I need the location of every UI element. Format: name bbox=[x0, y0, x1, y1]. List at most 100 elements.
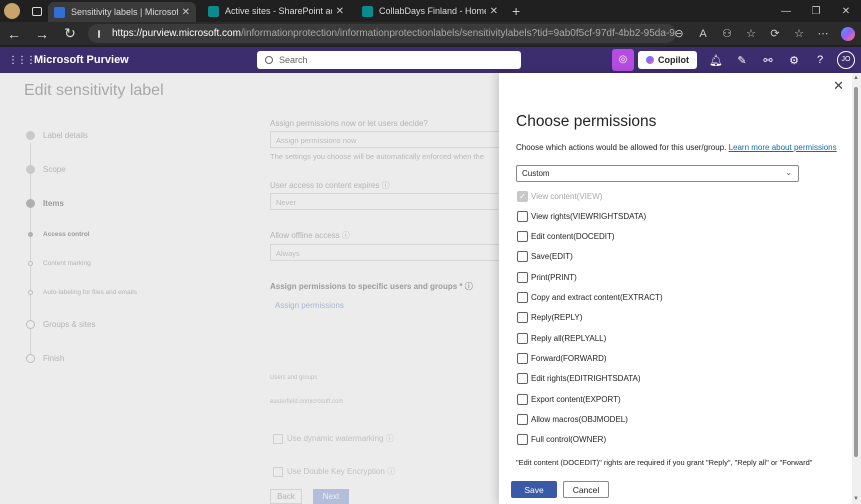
permission-edit-checkbox[interactable]: Save(EDIT) bbox=[517, 251, 573, 262]
permission-reply-checkbox[interactable]: Reply(REPLY) bbox=[517, 312, 582, 323]
permission-label: Reply all(REPLYALL) bbox=[531, 334, 607, 343]
wizard-step-access-control[interactable]: Access control bbox=[26, 231, 90, 238]
more-icon[interactable]: ⋯ bbox=[811, 27, 835, 40]
back-button[interactable]: Back bbox=[270, 489, 302, 504]
checkbox-box bbox=[517, 211, 528, 222]
search-input[interactable]: Search bbox=[257, 51, 521, 69]
sharepoint-favicon-icon bbox=[208, 5, 219, 17]
favorites-list-icon[interactable]: ☆ bbox=[787, 27, 811, 40]
close-tab-icon[interactable]: ✕ bbox=[336, 6, 344, 17]
wizard-step-auto-labeling[interactable]: Auto-labeling for files and emails bbox=[26, 289, 137, 296]
assign-now-dropdown[interactable]: Assign permissions now bbox=[270, 131, 510, 148]
share-icon[interactable]: ⚇ bbox=[715, 27, 739, 40]
forward-arrow-icon[interactable]: → bbox=[28, 26, 56, 42]
browser-tab-title: Active sites - SharePoint admin ce bbox=[225, 6, 332, 16]
substep-icon bbox=[28, 261, 33, 266]
double-key-checkbox[interactable]: Use Double Key Encryption ⓘ bbox=[273, 466, 395, 477]
permission-export-checkbox[interactable]: Export content(EXPORT) bbox=[517, 394, 621, 405]
permission-objmodel-checkbox[interactable]: Allow macros(OBJMODEL) bbox=[517, 414, 628, 425]
wizard-step-scope[interactable]: Scope bbox=[26, 165, 66, 174]
app-launcher-icon[interactable]: ⋮⋮⋮ bbox=[8, 55, 36, 66]
permission-viewrightsdata-checkbox[interactable]: View rights(VIEWRIGHTSDATA) bbox=[517, 211, 646, 222]
url-input[interactable]: https://purview.microsoft.com/informatio… bbox=[88, 24, 676, 43]
info-icon[interactable]: ⓘ bbox=[465, 282, 473, 291]
zoom-icon[interactable]: ⊖ bbox=[667, 27, 691, 40]
scroll-up-icon[interactable]: ▲ bbox=[853, 75, 859, 81]
permission-owner-checkbox[interactable]: Full control(OWNER) bbox=[517, 434, 606, 445]
save-button[interactable]: Save bbox=[511, 481, 557, 498]
app-name[interactable]: Microsoft Purview bbox=[34, 54, 129, 66]
people-icon[interactable]: ⚯ bbox=[755, 54, 781, 67]
step-label: Label details bbox=[43, 131, 88, 140]
new-tab-icon[interactable]: + bbox=[512, 3, 520, 19]
copilot-browser-icon[interactable] bbox=[841, 26, 855, 41]
dynamic-watermark-checkbox[interactable]: Use dynamic watermarking ⓘ bbox=[273, 433, 394, 444]
checkbox-box bbox=[517, 353, 528, 364]
preset-value: Custom bbox=[522, 169, 550, 178]
wizard-step-items[interactable]: Items bbox=[26, 199, 64, 208]
copilot-button[interactable]: Copilot bbox=[638, 51, 697, 69]
browser-tab-collabdays[interactable]: CollabDays Finland - Home ✕ bbox=[356, 1, 504, 21]
checkbox-box bbox=[517, 333, 528, 344]
close-tab-icon[interactable]: ✕ bbox=[182, 7, 190, 18]
checkbox-box bbox=[517, 251, 528, 262]
minimize-icon[interactable]: — bbox=[771, 6, 801, 17]
permission-replyall-checkbox[interactable]: Reply all(REPLYALL) bbox=[517, 333, 606, 344]
refresh-icon[interactable]: ↻ bbox=[56, 25, 84, 42]
offline-label: Allow offline access ⓘ bbox=[270, 230, 350, 241]
wizard-step-groups-sites[interactable]: Groups & sites bbox=[26, 320, 95, 329]
close-window-icon[interactable]: ✕ bbox=[831, 6, 861, 17]
offline-dropdown[interactable]: Always bbox=[270, 244, 510, 261]
notifications-bell-icon[interactable]: 🔔︎ bbox=[703, 54, 729, 67]
assign-now-hint: The settings you choose will be automati… bbox=[270, 152, 484, 161]
expires-label-text: User access to content expires bbox=[270, 181, 380, 190]
back-arrow-icon[interactable]: ← bbox=[0, 26, 28, 42]
purview-copilot-icon[interactable]: ◎ bbox=[612, 49, 634, 71]
info-icon[interactable]: ⓘ bbox=[386, 433, 394, 444]
permissions-preset-dropdown[interactable]: Custom ⌄ bbox=[516, 165, 799, 182]
whats-new-icon[interactable]: ✎ bbox=[729, 54, 755, 67]
wizard-step-label-details[interactable]: Label details bbox=[26, 131, 88, 140]
read-aloud-icon[interactable]: A bbox=[691, 28, 715, 40]
tab-actions-icon[interactable] bbox=[32, 6, 42, 16]
permission-extract-checkbox[interactable]: Copy and extract content(EXTRACT) bbox=[517, 292, 663, 303]
chevron-down-icon: ⌄ bbox=[785, 168, 792, 177]
step-label: Scope bbox=[43, 165, 66, 174]
settings-gear-icon[interactable]: ⚙ bbox=[781, 54, 807, 67]
wizard-step-content-marking[interactable]: Content marking bbox=[26, 260, 91, 267]
permission-editrightsdata-checkbox[interactable]: Edit rights(EDITRIGHTSDATA) bbox=[517, 373, 641, 384]
header-actions: ◎ Copilot 🔔︎ ✎ ⚯ ⚙ ? JO bbox=[612, 47, 861, 73]
avatar[interactable]: JO bbox=[837, 51, 855, 69]
browser-profile-avatar[interactable] bbox=[4, 3, 20, 19]
next-button[interactable]: Next bbox=[313, 489, 349, 504]
info-icon[interactable]: ⓘ bbox=[382, 181, 390, 190]
info-icon[interactable]: ⓘ bbox=[387, 466, 395, 477]
restore-icon[interactable]: ❐ bbox=[801, 6, 831, 17]
permission-forward-checkbox[interactable]: Forward(FORWARD) bbox=[517, 353, 607, 364]
permission-label: Print(PRINT) bbox=[531, 273, 577, 282]
step-complete-icon bbox=[26, 131, 35, 140]
permission-print-checkbox[interactable]: Print(PRINT) bbox=[517, 272, 577, 283]
url-path: /informationprotection/informationprotec… bbox=[240, 28, 676, 39]
close-tab-icon[interactable]: ✕ bbox=[490, 6, 498, 17]
cancel-button[interactable]: Cancel bbox=[563, 481, 609, 498]
browser-tab-sharepoint[interactable]: Active sites - SharePoint admin ce ✕ bbox=[202, 1, 350, 21]
assign-now-label: Assign permissions now or let users deci… bbox=[270, 119, 428, 128]
wizard-step-finish[interactable]: Finish bbox=[26, 354, 64, 363]
panel-scrollbar[interactable]: ▲ ▼ bbox=[852, 73, 861, 504]
browser-tab-purview[interactable]: Sensitivity labels | Microsoft Purv ✕ bbox=[48, 2, 196, 22]
extensions-icon[interactable]: ⟳ bbox=[763, 27, 787, 40]
step-label: Finish bbox=[43, 354, 65, 363]
learn-more-link[interactable]: Learn more about permissions bbox=[729, 143, 837, 152]
close-icon[interactable]: ✕ bbox=[833, 78, 844, 94]
assign-permissions-link[interactable]: Assign permissions bbox=[275, 301, 344, 310]
help-icon[interactable]: ? bbox=[807, 54, 833, 66]
url-host: https://purview.microsoft.com bbox=[112, 28, 241, 39]
favorite-star-icon[interactable]: ☆ bbox=[739, 27, 763, 40]
panel-footer: Save Cancel bbox=[499, 471, 852, 504]
info-icon[interactable]: ⓘ bbox=[342, 231, 350, 240]
permission-docedit-checkbox[interactable]: Edit content(DOCEDIT) bbox=[517, 231, 615, 242]
scroll-down-icon[interactable]: ▼ bbox=[853, 496, 859, 502]
expires-dropdown[interactable]: Never bbox=[270, 193, 510, 210]
scrollbar-thumb[interactable] bbox=[854, 87, 858, 457]
